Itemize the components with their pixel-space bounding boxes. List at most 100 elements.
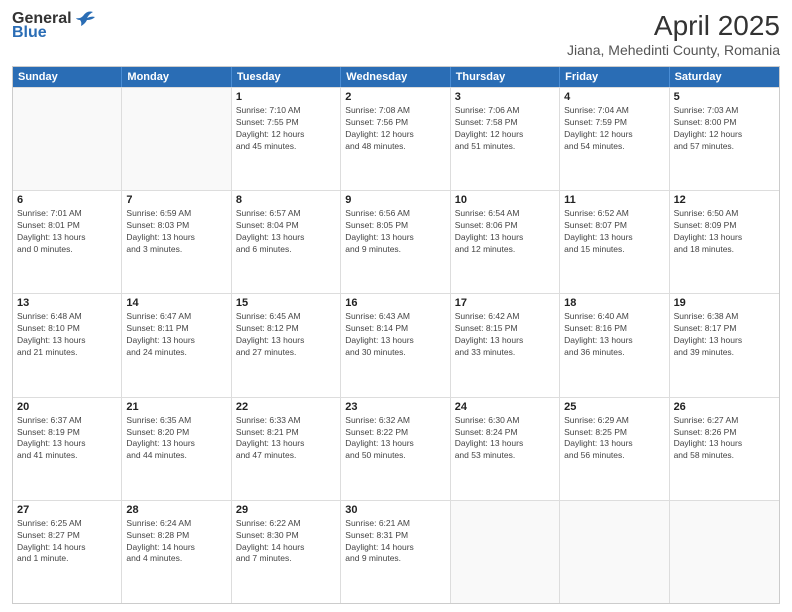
calendar-cell: 27Sunrise: 6:25 AM Sunset: 8:27 PM Dayli… — [13, 501, 122, 603]
calendar-week-4: 20 Sunrise: 6:37 AM Sunset: 8:19 PM Dayli… — [13, 397, 779, 500]
header-tuesday: Tuesday — [232, 67, 341, 87]
calendar-week-5: 27Sunrise: 6:25 AM Sunset: 8:27 PM Dayli… — [13, 500, 779, 603]
day-info: Sunrise: 6:24 AM Sunset: 8:28 PM Dayligh… — [126, 518, 226, 566]
day-info: Sunrise: 7:08 AM Sunset: 7:56 PM Dayligh… — [345, 105, 445, 153]
header-sunday: Sunday — [13, 67, 122, 87]
day-number: 29 — [236, 504, 336, 516]
calendar-cell: 30Sunrise: 6:21 AM Sunset: 8:31 PM Dayli… — [341, 501, 450, 603]
header-monday: Monday — [122, 67, 231, 87]
logo-area: General Blue — [12, 10, 97, 42]
calendar-cell: 9 Sunrise: 6:56 AM Sunset: 8:05 PM Daylig… — [341, 191, 450, 293]
calendar-cell: 3 Sunrise: 7:06 AM Sunset: 7:58 PM Daylig… — [451, 88, 560, 190]
day-info: Sunrise: 6:47 AM Sunset: 8:11 PM Dayligh… — [126, 311, 226, 359]
calendar-cell: 19Sunrise: 6:38 AM Sunset: 8:17 PM Dayli… — [670, 294, 779, 396]
day-info: Sunrise: 7:06 AM Sunset: 7:58 PM Dayligh… — [455, 105, 555, 153]
day-number: 28 — [126, 504, 226, 516]
day-number: 11 — [564, 194, 664, 206]
day-number: 10 — [455, 194, 555, 206]
day-number: 3 — [455, 91, 555, 103]
calendar-cell: 28 Sunrise: 6:24 AM Sunset: 8:28 PM Dayli… — [122, 501, 231, 603]
day-info: Sunrise: 7:03 AM Sunset: 8:00 PM Dayligh… — [674, 105, 775, 153]
calendar-cell: 25 Sunrise: 6:29 AM Sunset: 8:25 PM Dayli… — [560, 398, 669, 500]
calendar-cell: 20 Sunrise: 6:37 AM Sunset: 8:19 PM Dayli… — [13, 398, 122, 500]
day-number: 7 — [126, 194, 226, 206]
calendar-cell: 29 Sunrise: 6:22 AM Sunset: 8:30 PM Dayli… — [232, 501, 341, 603]
calendar-cell: 13 Sunrise: 6:48 AM Sunset: 8:10 PM Dayli… — [13, 294, 122, 396]
calendar: Sunday Monday Tuesday Wednesday Thursday… — [12, 66, 780, 604]
day-number: 15 — [236, 297, 336, 309]
day-info: Sunrise: 7:10 AM Sunset: 7:55 PM Dayligh… — [236, 105, 336, 153]
header-friday: Friday — [560, 67, 669, 87]
day-number: 30 — [345, 504, 445, 516]
day-info: Sunrise: 6:57 AM Sunset: 8:04 PM Dayligh… — [236, 208, 336, 256]
day-number: 17 — [455, 297, 555, 309]
calendar-cell: 21Sunrise: 6:35 AM Sunset: 8:20 PM Dayli… — [122, 398, 231, 500]
day-number: 4 — [564, 91, 664, 103]
calendar-week-1: 1 Sunrise: 7:10 AM Sunset: 7:55 PM Daylig… — [13, 87, 779, 190]
day-number: 25 — [564, 401, 664, 413]
day-info: Sunrise: 6:27 AM Sunset: 8:26 PM Dayligh… — [674, 415, 775, 463]
day-number: 23 — [345, 401, 445, 413]
calendar-cell: 18Sunrise: 6:40 AM Sunset: 8:16 PM Dayli… — [560, 294, 669, 396]
header: General Blue April 2025 Jiana, Mehedinti… — [12, 10, 780, 58]
day-info: Sunrise: 6:56 AM Sunset: 8:05 PM Dayligh… — [345, 208, 445, 256]
header-saturday: Saturday — [670, 67, 779, 87]
day-info: Sunrise: 6:29 AM Sunset: 8:25 PM Dayligh… — [564, 415, 664, 463]
calendar-body: 1 Sunrise: 7:10 AM Sunset: 7:55 PM Daylig… — [13, 87, 779, 603]
calendar-cell: 7 Sunrise: 6:59 AM Sunset: 8:03 PM Daylig… — [122, 191, 231, 293]
day-info: Sunrise: 6:59 AM Sunset: 8:03 PM Dayligh… — [126, 208, 226, 256]
day-info: Sunrise: 6:50 AM Sunset: 8:09 PM Dayligh… — [674, 208, 775, 256]
calendar-cell: 14 Sunrise: 6:47 AM Sunset: 8:11 PM Dayli… — [122, 294, 231, 396]
day-number: 13 — [17, 297, 117, 309]
day-number: 19 — [674, 297, 775, 309]
calendar-cell: 23 Sunrise: 6:32 AM Sunset: 8:22 PM Dayli… — [341, 398, 450, 500]
day-number: 16 — [345, 297, 445, 309]
calendar-cell: 17 Sunrise: 6:42 AM Sunset: 8:15 PM Dayli… — [451, 294, 560, 396]
day-info: Sunrise: 6:22 AM Sunset: 8:30 PM Dayligh… — [236, 518, 336, 566]
calendar-cell — [560, 501, 669, 603]
calendar-cell: 24Sunrise: 6:30 AM Sunset: 8:24 PM Dayli… — [451, 398, 560, 500]
day-info: Sunrise: 6:37 AM Sunset: 8:19 PM Dayligh… — [17, 415, 117, 463]
day-number: 14 — [126, 297, 226, 309]
day-info: Sunrise: 6:42 AM Sunset: 8:15 PM Dayligh… — [455, 311, 555, 359]
day-info: Sunrise: 7:01 AM Sunset: 8:01 PM Dayligh… — [17, 208, 117, 256]
day-info: Sunrise: 6:33 AM Sunset: 8:21 PM Dayligh… — [236, 415, 336, 463]
day-number: 8 — [236, 194, 336, 206]
day-number: 9 — [345, 194, 445, 206]
header-wednesday: Wednesday — [341, 67, 450, 87]
calendar-cell: 15 Sunrise: 6:45 AM Sunset: 8:12 PM Dayli… — [232, 294, 341, 396]
day-info: Sunrise: 6:52 AM Sunset: 8:07 PM Dayligh… — [564, 208, 664, 256]
calendar-week-2: 6 Sunrise: 7:01 AM Sunset: 8:01 PM Daylig… — [13, 190, 779, 293]
day-number: 12 — [674, 194, 775, 206]
logo-blue: Blue — [12, 24, 47, 42]
calendar-cell: 8 Sunrise: 6:57 AM Sunset: 8:04 PM Daylig… — [232, 191, 341, 293]
day-info: Sunrise: 6:25 AM Sunset: 8:27 PM Dayligh… — [17, 518, 117, 566]
calendar-cell — [670, 501, 779, 603]
page-subtitle: Jiana, Mehedinti County, Romania — [567, 42, 780, 58]
logo-bird-icon — [75, 10, 97, 28]
day-number: 5 — [674, 91, 775, 103]
day-info: Sunrise: 6:48 AM Sunset: 8:10 PM Dayligh… — [17, 311, 117, 359]
day-info: Sunrise: 7:04 AM Sunset: 7:59 PM Dayligh… — [564, 105, 664, 153]
calendar-cell: 22 Sunrise: 6:33 AM Sunset: 8:21 PM Dayli… — [232, 398, 341, 500]
calendar-cell: 12 Sunrise: 6:50 AM Sunset: 8:09 PM Dayli… — [670, 191, 779, 293]
calendar-cell: 6 Sunrise: 7:01 AM Sunset: 8:01 PM Daylig… — [13, 191, 122, 293]
day-number: 22 — [236, 401, 336, 413]
calendar-cell — [122, 88, 231, 190]
day-info: Sunrise: 6:30 AM Sunset: 8:24 PM Dayligh… — [455, 415, 555, 463]
page-title: April 2025 — [567, 10, 780, 42]
calendar-cell: 11 Sunrise: 6:52 AM Sunset: 8:07 PM Dayli… — [560, 191, 669, 293]
day-info: Sunrise: 6:54 AM Sunset: 8:06 PM Dayligh… — [455, 208, 555, 256]
day-number: 18 — [564, 297, 664, 309]
day-number: 2 — [345, 91, 445, 103]
calendar-week-3: 13 Sunrise: 6:48 AM Sunset: 8:10 PM Dayli… — [13, 293, 779, 396]
calendar-cell: 10 Sunrise: 6:54 AM Sunset: 8:06 PM Dayli… — [451, 191, 560, 293]
title-area: April 2025 Jiana, Mehedinti County, Roma… — [567, 10, 780, 58]
day-number: 6 — [17, 194, 117, 206]
day-info: Sunrise: 6:45 AM Sunset: 8:12 PM Dayligh… — [236, 311, 336, 359]
day-info: Sunrise: 6:32 AM Sunset: 8:22 PM Dayligh… — [345, 415, 445, 463]
day-number: 21 — [126, 401, 226, 413]
day-number: 20 — [17, 401, 117, 413]
day-number: 1 — [236, 91, 336, 103]
page: General Blue April 2025 Jiana, Mehedinti… — [0, 0, 792, 612]
